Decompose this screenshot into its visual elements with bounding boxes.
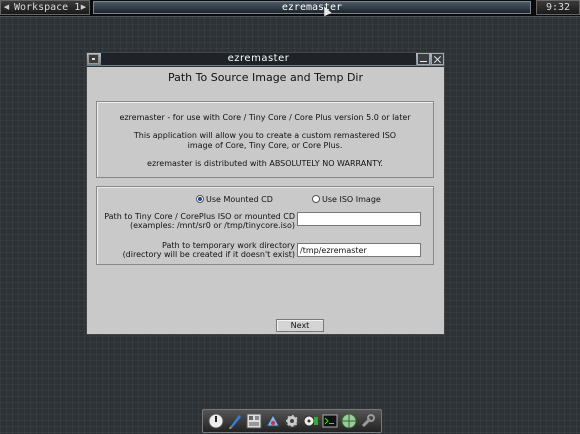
task-button-ezremaster[interactable]: ezremaster [93,1,531,14]
radio-selected-icon[interactable] [196,195,204,203]
radio-use-mounted-cd[interactable]: Use Mounted CD [196,195,273,205]
window-menu-icon[interactable] [88,54,99,64]
settings-gear-icon[interactable] [284,413,300,429]
mount-tool-icon[interactable] [303,413,319,429]
wbar-dock [202,409,382,433]
radio-use-iso-image[interactable]: Use ISO Image [312,195,381,205]
page-title: Path To Source Image and Temp Dir [167,71,363,84]
source-path-input[interactable] [297,212,421,226]
ezremaster-window: ezremaster Path To Source Image and Temp… [86,52,445,335]
workspace-next-icon[interactable]: ▶ [79,1,88,14]
minimize-icon[interactable] [417,53,430,65]
window-titlebar[interactable]: ezremaster [87,53,444,67]
info-line-purpose: This application will allow you to creat… [133,131,397,140]
options-panel: Use Mounted CD Use ISO Image Path to Tin… [96,186,434,265]
terminal-icon[interactable] [322,413,338,429]
radio-unselected-icon[interactable] [312,195,320,203]
top-panel: ◀ Workspace 1 ▶ ezremaster 9:32 [0,0,580,17]
workspace-label: Workspace 1 [14,2,81,13]
source-path-label-line1: Path to Tiny Core / CorePlus ISO or moun… [104,212,295,221]
radio-iso-label: Use ISO Image [322,195,381,204]
next-button[interactable]: Next [276,319,324,332]
editor-pen-icon[interactable] [227,413,243,429]
work-dir-input[interactable] [297,243,421,257]
source-path-label-line2: (examples: /mnt/sr0 or /tmp/tinycore.iso… [129,221,295,230]
control-panel-icon[interactable] [265,413,281,429]
clock: 9:32 [536,0,580,15]
apps-icon[interactable] [246,413,262,429]
wrench-icon[interactable] [360,413,376,429]
power-icon[interactable] [208,413,224,429]
info-line-purpose-2: image of Core, Tiny Core, or Core Plus. [187,141,343,150]
info-line-warranty: ezremaster is distributed with ABSOLUTEL… [147,159,383,168]
info-panel: ezremaster - for use with Core / Tiny Co… [96,101,434,178]
web-browser-icon[interactable] [341,413,357,429]
workspace-prev-icon[interactable]: ◀ [2,1,11,14]
window-title: ezremaster [101,53,416,65]
work-dir-label-line2: (directory will be created if it doesn't… [122,250,295,259]
info-line-compat: ezremaster - for use with Core / Tiny Co… [119,113,411,122]
work-dir-label: Path to temporary work directory (direct… [97,241,295,259]
workspace-switcher[interactable]: ◀ Workspace 1 ▶ [0,0,90,15]
work-dir-label-line1: Path to temporary work directory [162,241,295,250]
close-icon[interactable] [431,53,444,65]
source-path-label: Path to Tiny Core / CorePlus ISO or moun… [97,212,295,230]
radio-mounted-label: Use Mounted CD [206,195,273,204]
